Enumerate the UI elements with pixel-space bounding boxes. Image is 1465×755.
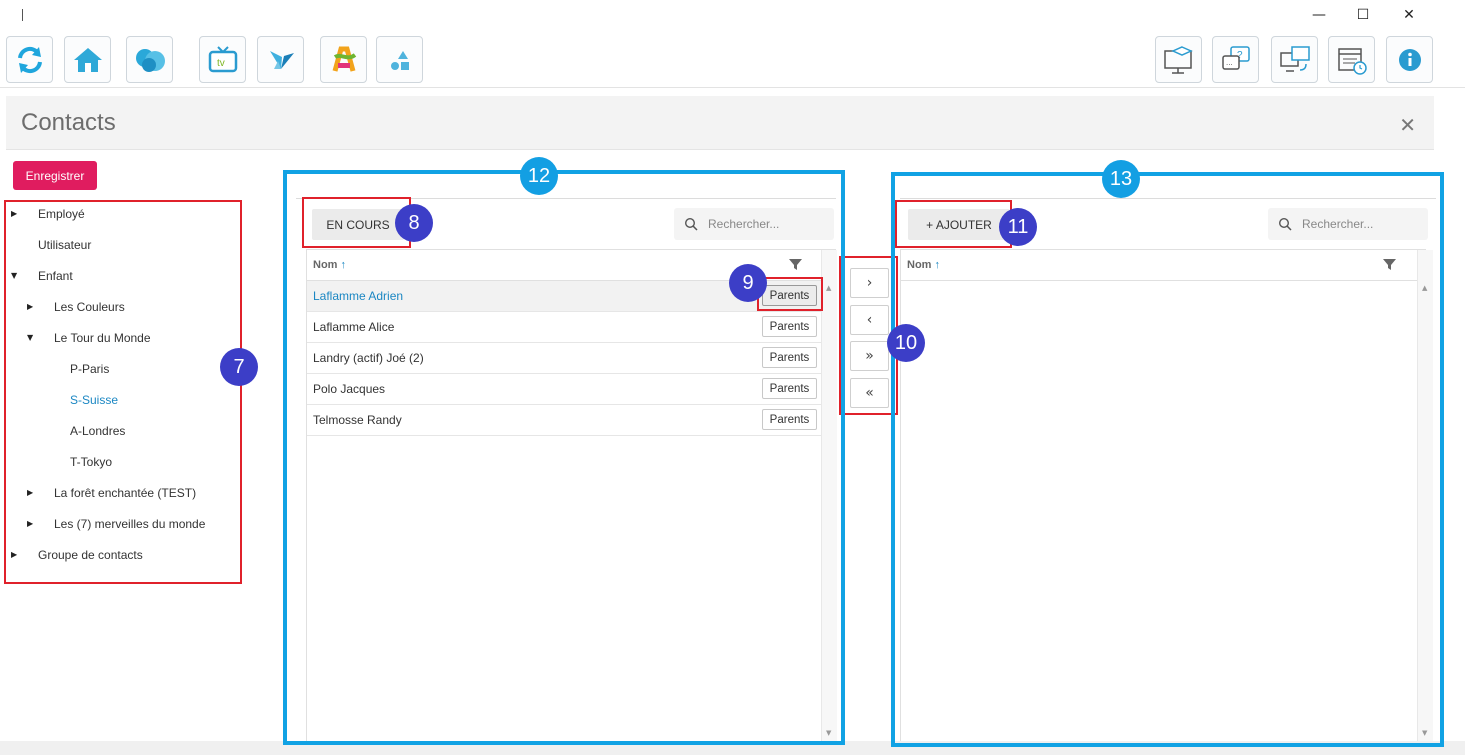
annotation-box-available xyxy=(283,170,845,745)
home-icon xyxy=(73,47,102,72)
remote-sync-button[interactable] xyxy=(1271,36,1318,83)
contacts-header: Contacts ✕ xyxy=(6,96,1434,150)
maximize-button[interactable]: ☐ xyxy=(1340,4,1386,26)
home-button[interactable] xyxy=(64,36,111,83)
schedule-button[interactable] xyxy=(1328,36,1375,83)
computer-sync-icon xyxy=(1279,45,1310,72)
annotation-badge: 12 xyxy=(520,157,558,195)
kid-icon xyxy=(332,46,356,72)
svg-text:tv: tv xyxy=(217,58,225,69)
computer-graduation-icon xyxy=(1163,45,1193,74)
page-title: Contacts xyxy=(21,109,116,136)
training-button[interactable] xyxy=(1155,36,1202,83)
save-button[interactable]: Enregistrer xyxy=(13,161,97,190)
svg-text:...: ... xyxy=(1226,58,1233,67)
help-chat-icon: ? ... xyxy=(1221,45,1250,70)
refresh-icon xyxy=(17,46,42,73)
annotation-badge: 8 xyxy=(395,204,433,242)
butterfly-button[interactable] xyxy=(257,36,304,83)
refresh-button[interactable] xyxy=(6,36,53,83)
heart-icon xyxy=(135,48,165,72)
calendar-clock-icon xyxy=(1337,47,1367,75)
kid-button[interactable] xyxy=(320,36,367,83)
annotation-badge: 13 xyxy=(1102,160,1140,198)
main-toolbar: tv ? ... xyxy=(0,32,1465,88)
annotation-box-tree xyxy=(4,200,242,584)
shapes-icon xyxy=(390,50,409,70)
tv-button[interactable]: tv xyxy=(199,36,246,83)
title-caret xyxy=(22,9,23,21)
title-bar: — ☐ ✕ xyxy=(0,0,1465,32)
info-button[interactable] xyxy=(1386,36,1433,83)
minimize-button[interactable]: — xyxy=(1296,4,1342,26)
annotation-badge: 7 xyxy=(220,348,258,386)
heart-button[interactable] xyxy=(126,36,173,83)
shapes-button[interactable] xyxy=(376,36,423,83)
annotation-box-selected xyxy=(891,172,1444,747)
tv-icon: tv xyxy=(208,45,237,72)
close-icon[interactable]: ✕ xyxy=(1399,113,1416,137)
annotation-badge: 11 xyxy=(999,208,1037,246)
help-button[interactable]: ? ... xyxy=(1212,36,1259,83)
close-window-button[interactable]: ✕ xyxy=(1386,4,1432,26)
annotation-badge: 10 xyxy=(887,324,925,362)
info-icon xyxy=(1398,48,1421,71)
butterfly-icon xyxy=(269,50,294,69)
annotation-badge: 9 xyxy=(729,264,767,302)
